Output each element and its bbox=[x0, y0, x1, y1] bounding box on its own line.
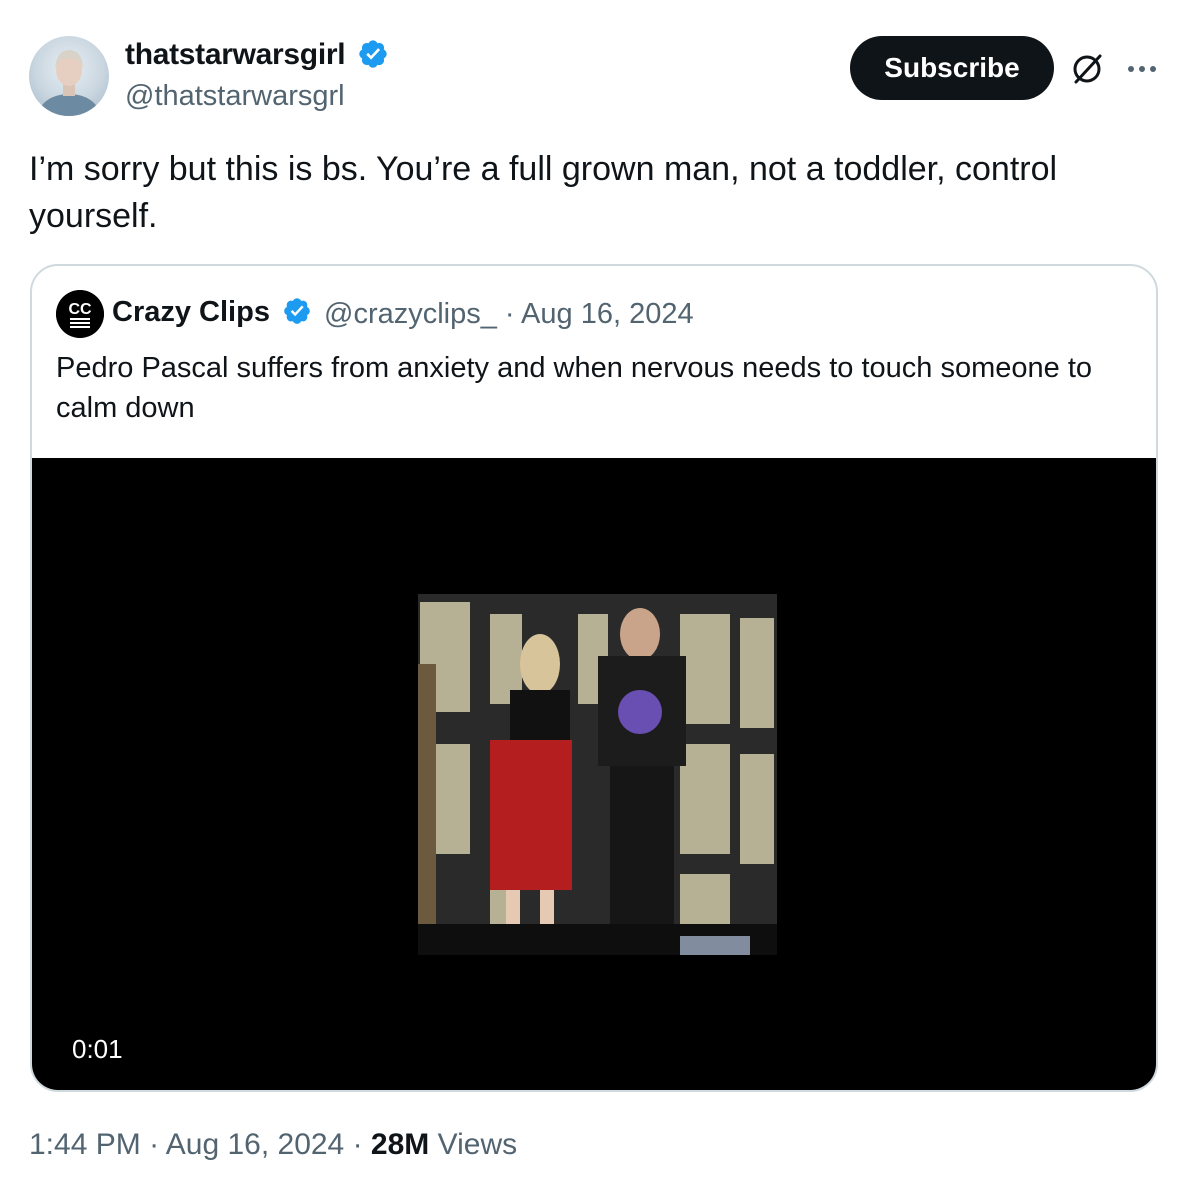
more-options-icon[interactable] bbox=[1122, 50, 1162, 88]
views-label: Views bbox=[437, 1128, 518, 1161]
quoted-author-name[interactable]: Crazy Clips bbox=[112, 296, 312, 329]
verified-badge-icon bbox=[284, 298, 310, 324]
quoted-avatar-text: CC bbox=[68, 301, 92, 318]
quoted-tweet[interactable]: CC Crazy Clips @crazyclips_ · Aug 16, 20… bbox=[30, 264, 1158, 1092]
tweet-footer: 1:44 PM · Aug 16, 2024 · 28M Views bbox=[29, 1128, 517, 1162]
quoted-text: Pedro Pascal suffers from anxiety and wh… bbox=[56, 352, 1093, 424]
quoted-avatar[interactable]: CC bbox=[56, 290, 104, 338]
video-timecode: 0:01 bbox=[72, 1034, 123, 1064]
author-avatar[interactable] bbox=[29, 36, 109, 116]
grok-icon[interactable] bbox=[1068, 50, 1106, 88]
author-name[interactable]: thatstarwarsgirl bbox=[125, 38, 389, 72]
footer-separator: · bbox=[344, 1128, 371, 1161]
quoted-meta[interactable]: @crazyclips_ · Aug 16, 2024 bbox=[324, 298, 694, 331]
video-frame-image bbox=[418, 594, 777, 955]
tweet-date[interactable]: Aug 16, 2024 bbox=[166, 1128, 345, 1161]
subscribe-button[interactable]: Subscribe bbox=[850, 36, 1054, 100]
quoted-author-name-text[interactable]: Crazy Clips bbox=[112, 296, 270, 328]
footer-separator: · bbox=[140, 1128, 166, 1161]
author-handle[interactable]: @thatstarwarsgrl bbox=[125, 80, 345, 113]
tweet-text: I’m sorry but this is bs. You’re a full … bbox=[29, 150, 1058, 235]
verified-badge-icon bbox=[359, 40, 387, 68]
author-name-text[interactable]: thatstarwarsgirl bbox=[125, 38, 346, 71]
views-count[interactable]: 28M bbox=[371, 1128, 429, 1161]
video-player[interactable]: 0:01 bbox=[32, 458, 1156, 1090]
tweet-time[interactable]: 1:44 PM bbox=[29, 1128, 141, 1161]
